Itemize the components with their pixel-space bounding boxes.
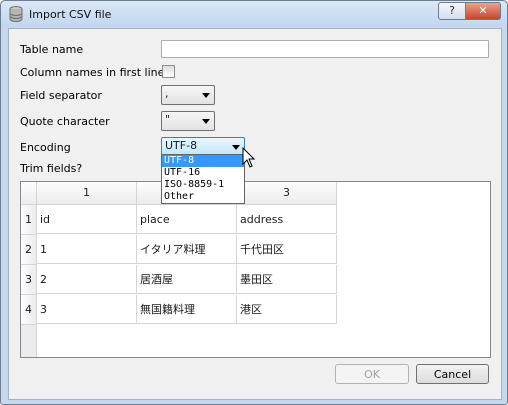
table-cell[interactable]: 2 [37,265,137,294]
preview-table: 1 2 3 1 2 3 4 id place address 1 イタリア料理 … [20,181,491,358]
quote-character-value: " [165,113,171,126]
table-corner [21,182,37,205]
row-header[interactable]: 3 [21,265,37,295]
encoding-option[interactable]: UTF-16 [162,167,244,179]
quote-character-label: Quote character [20,115,110,128]
field-separator-value: , [165,87,169,100]
encoding-label: Encoding [20,141,71,154]
column-header[interactable]: 3 [237,182,337,205]
encoding-option[interactable]: Other [162,191,244,203]
dialog-body: Table name Column names in first line Fi… [8,28,502,400]
row-header[interactable]: 2 [21,235,37,265]
field-separator-select[interactable]: , [161,85,215,105]
encoding-option[interactable]: UTF-8 [162,155,244,167]
column-names-checkbox[interactable] [162,65,175,78]
column-names-label: Column names in first line [20,66,165,79]
chevron-down-icon [202,93,210,98]
table-cell[interactable]: 千代田区 [237,235,337,264]
table-cell[interactable]: address [237,205,337,234]
table-cell[interactable]: 居酒屋 [137,265,237,294]
import-csv-dialog: Import CSV file ? ✕ Table name Column na… [0,0,508,405]
row-header[interactable]: 1 [21,205,37,235]
table-cell[interactable]: 無国籍料理 [137,295,237,324]
encoding-dropdown-list: UTF-8 UTF-16 ISO-8859-1 Other [161,154,245,204]
table-name-input[interactable] [161,40,489,58]
table-cell[interactable]: 3 [37,295,137,324]
table-cell[interactable]: 墨田区 [237,265,337,294]
help-button[interactable]: ? [438,2,466,20]
mouse-cursor-icon [242,147,256,168]
encoding-option[interactable]: ISO-8859-1 [162,179,244,191]
chevron-down-icon [202,119,210,124]
column-header[interactable]: 1 [37,182,137,205]
window-title: Import CSV file [29,8,112,21]
quote-character-select[interactable]: " [161,111,215,131]
table-cell[interactable]: イタリア料理 [137,235,237,264]
row-header[interactable]: 4 [21,295,37,325]
chevron-down-icon [232,145,240,150]
table-cell[interactable]: place [137,205,237,234]
table-cell[interactable]: 1 [37,235,137,264]
database-icon [9,6,23,22]
field-separator-label: Field separator [20,89,102,102]
ok-button[interactable]: OK [335,364,409,384]
table-name-label: Table name [20,43,84,56]
encoding-value: UTF-8 [165,139,198,152]
cancel-button[interactable]: Cancel [416,364,489,384]
trim-fields-label: Trim fields? [20,162,83,175]
title-bar: Import CSV file ? ✕ [1,1,507,27]
table-cell[interactable]: id [37,205,137,234]
row-header-filler [21,325,37,357]
close-button[interactable]: ✕ [465,2,501,20]
table-cell[interactable]: 港区 [237,295,337,324]
